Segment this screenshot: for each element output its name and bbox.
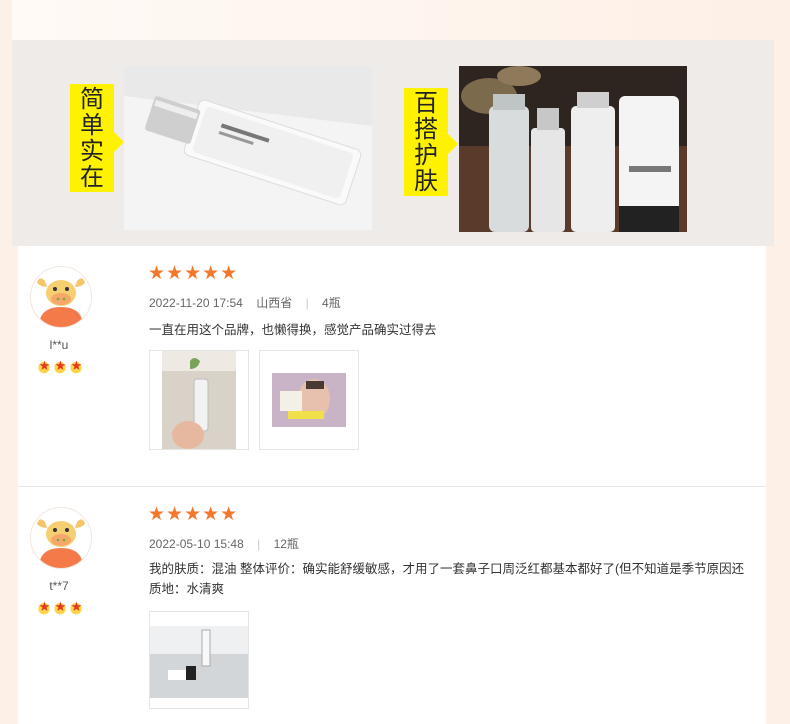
review-comment: 一直在用这个品牌，也懒得换，感觉产品确实过得去 — [149, 323, 437, 337]
promo-banner: 简 单 实 在 百 搭 护 肤 — [12, 40, 774, 246]
tag-char: 简 — [80, 85, 104, 113]
reviewer-name: l**u — [49, 338, 69, 352]
tag-char: 单 — [80, 111, 104, 139]
toner-bottle-photo — [124, 66, 372, 230]
bull-avatar-icon[interactable] — [30, 266, 92, 328]
level-badge-icon: ★ ★ ★ — [36, 599, 84, 615]
tag-char: 在 — [80, 163, 104, 191]
tag-char: 百 — [414, 89, 438, 117]
review-comment: 我的肤质：混油 整体评价：确实能舒缓敏感，才用了一套鼻子口周泛红都基本都好了(但… — [149, 562, 745, 576]
review-item: t**7 ★ ★ ★ ★★★★★ 2022-05-10 15:48 | 12瓶 我的… — [18, 487, 766, 724]
review-photo[interactable] — [149, 611, 249, 709]
banner-tag-versatile: 百 搭 护 肤 — [404, 88, 448, 196]
review-spec: 4瓶 — [322, 296, 341, 310]
review-item: l**u ★ ★ ★ ★★★★★ 2022-11-20 17:54 山西省 | 4瓶… — [18, 246, 766, 487]
review-date: 2022-11-20 17:54 — [149, 296, 243, 310]
review-spec: 12瓶 — [273, 537, 299, 551]
tag-arrow — [448, 134, 458, 154]
banner-tag-simple: 简 单 实 在 — [70, 84, 114, 192]
tag-arrow — [114, 132, 124, 152]
tag-char: 搭 — [414, 115, 438, 143]
review-meta: 2022-11-20 17:54 山西省 | 4瓶 — [149, 296, 341, 310]
tag-char: 护 — [414, 141, 438, 169]
top-strip — [12, 0, 774, 40]
review-list: l**u ★ ★ ★ ★★★★★ 2022-11-20 17:54 山西省 | 4瓶… — [18, 246, 766, 724]
bull-avatar-icon[interactable] — [30, 507, 92, 569]
tag-char: 实 — [80, 137, 104, 165]
reviewer-name: t**7 — [49, 579, 69, 593]
review-comment-line2: 质地：水清爽 — [149, 582, 225, 596]
tag-char: 肤 — [414, 167, 438, 195]
review-location: 山西省 — [256, 296, 293, 310]
rating-stars: ★★★★★ — [148, 504, 239, 525]
review-meta: 2022-05-10 15:48 | 12瓶 — [149, 537, 299, 551]
product-set-photo — [459, 66, 687, 232]
review-photo[interactable] — [259, 350, 359, 450]
rating-stars: ★★★★★ — [148, 263, 239, 284]
review-date: 2022-05-10 15:48 — [149, 537, 244, 551]
review-photo[interactable] — [149, 350, 249, 450]
level-badge-icon: ★ ★ ★ — [36, 358, 84, 374]
